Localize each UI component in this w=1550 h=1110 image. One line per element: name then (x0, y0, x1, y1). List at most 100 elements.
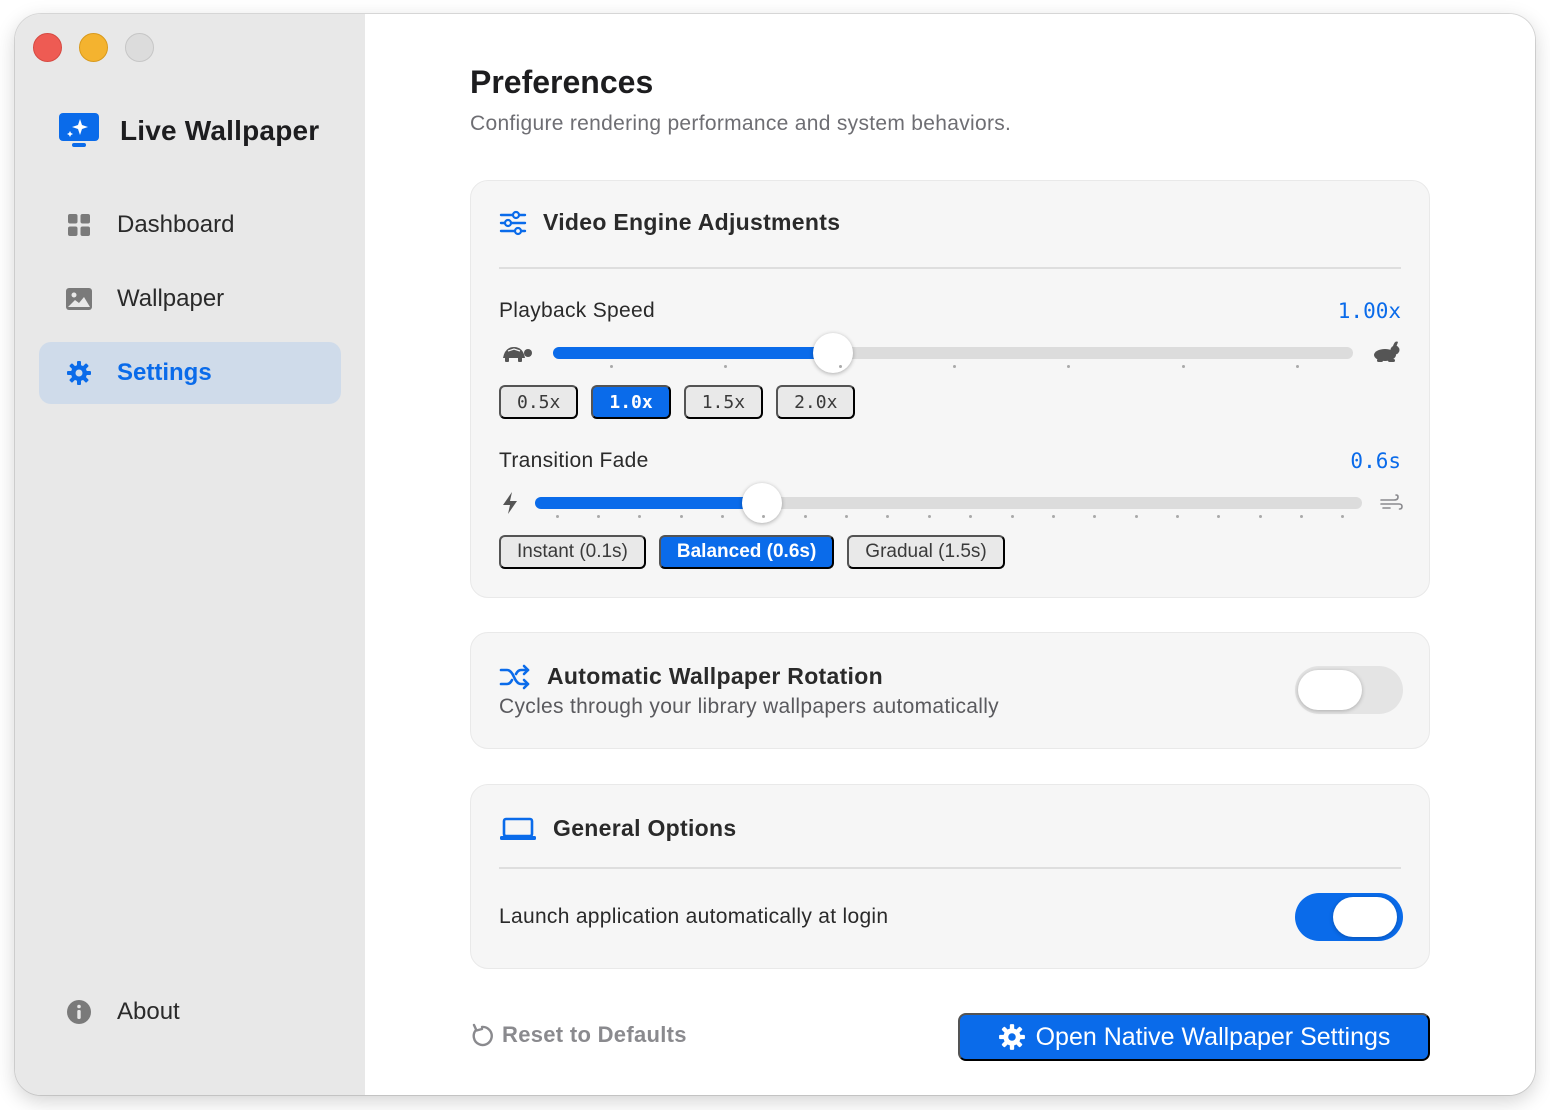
playback-speed-presets: 0.5x 1.0x 1.5x 2.0x (499, 385, 856, 419)
sidebar-footer: About (39, 981, 341, 1055)
open-native-settings-button[interactable]: Open Native Wallpaper Settings (958, 1013, 1430, 1061)
playback-speed-ticks (553, 365, 1353, 369)
slider-tick (597, 515, 601, 518)
slider-tick (886, 515, 890, 518)
page-title: Preferences (470, 64, 654, 100)
slider-tick (803, 515, 807, 518)
general-options-header: General Options (499, 815, 736, 842)
transition-fade-ticks (535, 515, 1362, 519)
gear-icon (65, 359, 93, 387)
transition-fade-value: 0.6s (1350, 449, 1401, 473)
sidebar-item-about[interactable]: About (39, 981, 341, 1043)
rotation-header: Automatic Wallpaper Rotation (499, 663, 883, 690)
card-title: General Options (553, 815, 737, 841)
fade-preset-balanced[interactable]: Balanced (0.6s) (658, 535, 835, 569)
slider-tick (555, 515, 559, 518)
playback-speed-fill (553, 347, 833, 359)
turtle-icon (503, 347, 532, 362)
app-window: Live Wallpaper Dashboard Wallpaper Setti… (15, 14, 1535, 1095)
slider-tick (638, 515, 642, 518)
sidebar-nav: Dashboard Wallpaper Settings (39, 194, 341, 416)
window-controls (33, 33, 154, 62)
sidebar: Live Wallpaper Dashboard Wallpaper Setti… (15, 14, 365, 1095)
slider-tick (1295, 365, 1299, 368)
rotation-description: Cycles through your library wallpapers a… (499, 695, 999, 718)
sidebar-item-wallpaper[interactable]: Wallpaper (39, 268, 341, 330)
transition-fade-label: Transition Fade (499, 449, 649, 472)
page-subtitle: Configure rendering performance and syst… (470, 112, 1012, 135)
speed-preset-1-5x[interactable]: 1.5x (683, 385, 764, 419)
rotation-toggle[interactable] (1295, 666, 1403, 714)
divider (499, 267, 1401, 269)
reset-label: Reset to Defaults (502, 1022, 687, 1047)
close-window-button[interactable] (33, 33, 62, 62)
laptop-icon (500, 817, 536, 840)
slider-tick (953, 365, 956, 368)
main-content: Preferences Configure rendering performa… (365, 14, 1535, 1095)
sidebar-item-label: About (117, 998, 180, 1025)
sidebar-item-label: Wallpaper (117, 285, 225, 312)
playback-speed-slider[interactable] (553, 333, 1353, 373)
slider-tick (1067, 365, 1071, 368)
rotation-card: Automatic Wallpaper Rotation Cycles thro… (470, 632, 1430, 749)
slider-tick (1134, 515, 1138, 518)
slider-tick (610, 365, 614, 368)
rabbit-icon (1374, 341, 1400, 362)
sidebar-item-settings[interactable]: Settings (39, 342, 341, 404)
divider (499, 867, 1401, 869)
slider-tick (1258, 515, 1262, 518)
wind-icon (1380, 494, 1403, 510)
slider-tick (969, 515, 973, 518)
minimize-window-button[interactable] (79, 33, 108, 62)
fade-preset-instant[interactable]: Instant (0.1s) (499, 535, 646, 569)
slider-tick (1299, 515, 1303, 518)
slider-tick (762, 515, 766, 518)
zoom-window-button[interactable] (125, 33, 154, 62)
fade-preset-gradual[interactable]: Gradual (1.5s) (847, 535, 1005, 569)
slider-tick (927, 515, 931, 518)
video-engine-card: Video Engine Adjustments Playback Speed … (470, 180, 1430, 598)
slider-tick (1181, 365, 1185, 368)
playback-speed-value: 1.00x (1337, 299, 1401, 323)
playback-speed-label: Playback Speed (499, 299, 655, 322)
gear-icon (998, 1024, 1025, 1050)
slider-tick (1341, 515, 1345, 518)
speed-preset-1-0x[interactable]: 1.0x (591, 385, 671, 419)
reset-icon (472, 1023, 493, 1047)
sidebar-item-label: Settings (117, 359, 212, 386)
slider-tick (1093, 515, 1097, 518)
bolt-icon (503, 492, 517, 514)
slider-tick (724, 365, 728, 368)
slider-tick (679, 515, 683, 518)
app-logo-icon (59, 113, 99, 147)
app-name: Live Wallpaper (120, 115, 320, 146)
slider-tick (1051, 515, 1055, 518)
toggle-knob (1298, 670, 1362, 710)
transition-fade-slider[interactable] (535, 483, 1362, 523)
transition-fade-fill (535, 497, 763, 509)
launch-at-login-label: Launch application automatically at logi… (499, 905, 889, 928)
general-options-card: General Options Launch application autom… (470, 784, 1430, 969)
sidebar-item-dashboard[interactable]: Dashboard (39, 194, 341, 256)
sliders-icon (499, 210, 527, 235)
grid-icon (65, 211, 93, 239)
slider-tick (1217, 515, 1221, 518)
slider-tick (1175, 515, 1179, 518)
toggle-knob (1333, 897, 1397, 937)
speed-preset-2-0x[interactable]: 2.0x (776, 385, 856, 419)
slider-tick (845, 515, 849, 518)
sidebar-item-label: Dashboard (117, 211, 235, 238)
shuffle-icon (499, 664, 530, 689)
open-native-settings-label: Open Native Wallpaper Settings (1035, 1022, 1391, 1051)
info-icon (65, 998, 93, 1026)
reset-defaults-button[interactable]: Reset to Defaults (470, 1022, 687, 1048)
transition-fade-presets: Instant (0.1s) Balanced (0.6s) Gradual (… (499, 535, 1005, 569)
speed-preset-0-5x[interactable]: 0.5x (499, 385, 579, 419)
photo-icon (65, 285, 93, 313)
card-title: Video Engine Adjustments (543, 209, 841, 235)
launch-at-login-toggle[interactable] (1295, 893, 1403, 941)
slider-tick (721, 515, 725, 518)
video-engine-header: Video Engine Adjustments (499, 209, 840, 236)
card-title: Automatic Wallpaper Rotation (547, 663, 883, 689)
slider-tick (838, 365, 842, 368)
